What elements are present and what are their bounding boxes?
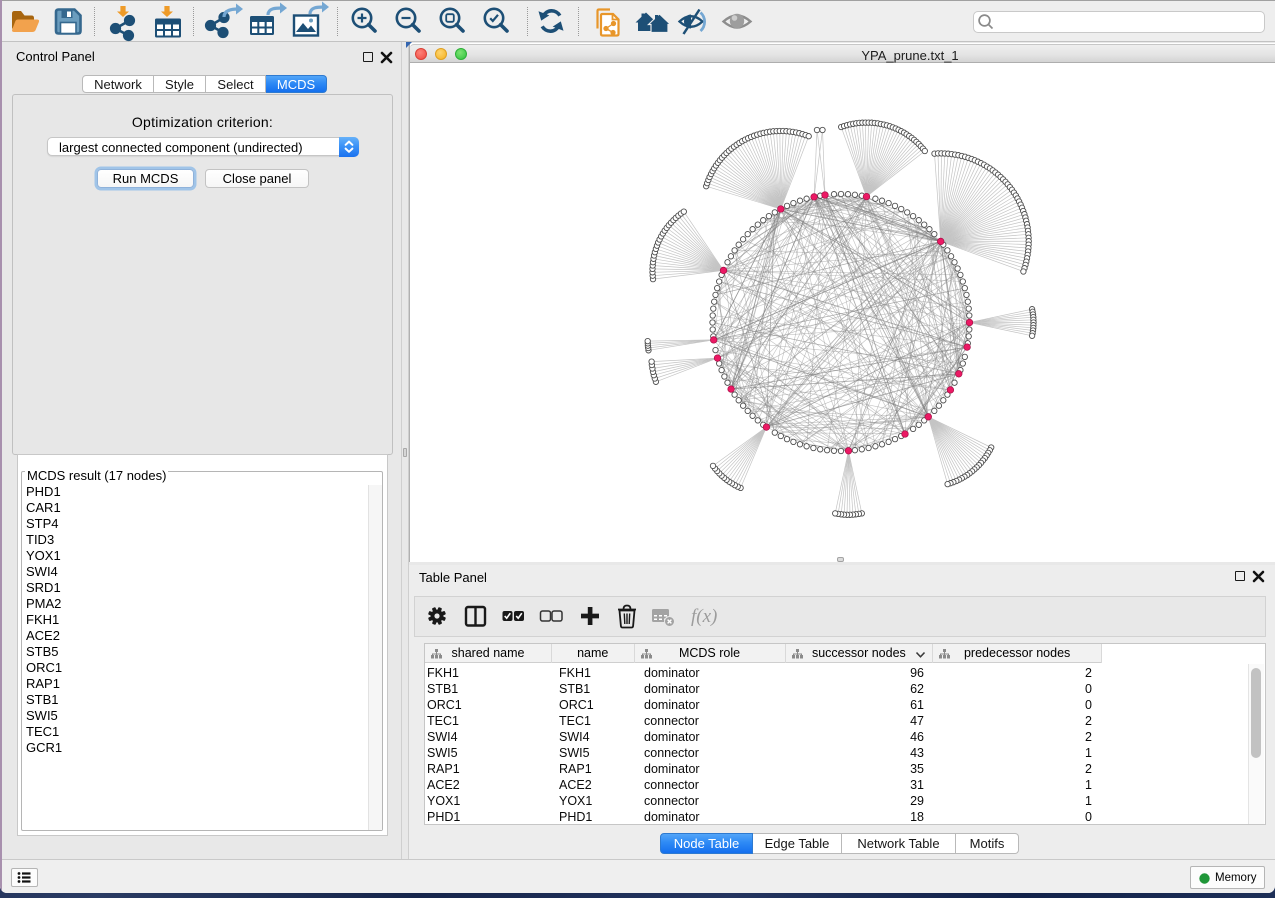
svg-text:f(x): f(x) [691, 606, 717, 627]
